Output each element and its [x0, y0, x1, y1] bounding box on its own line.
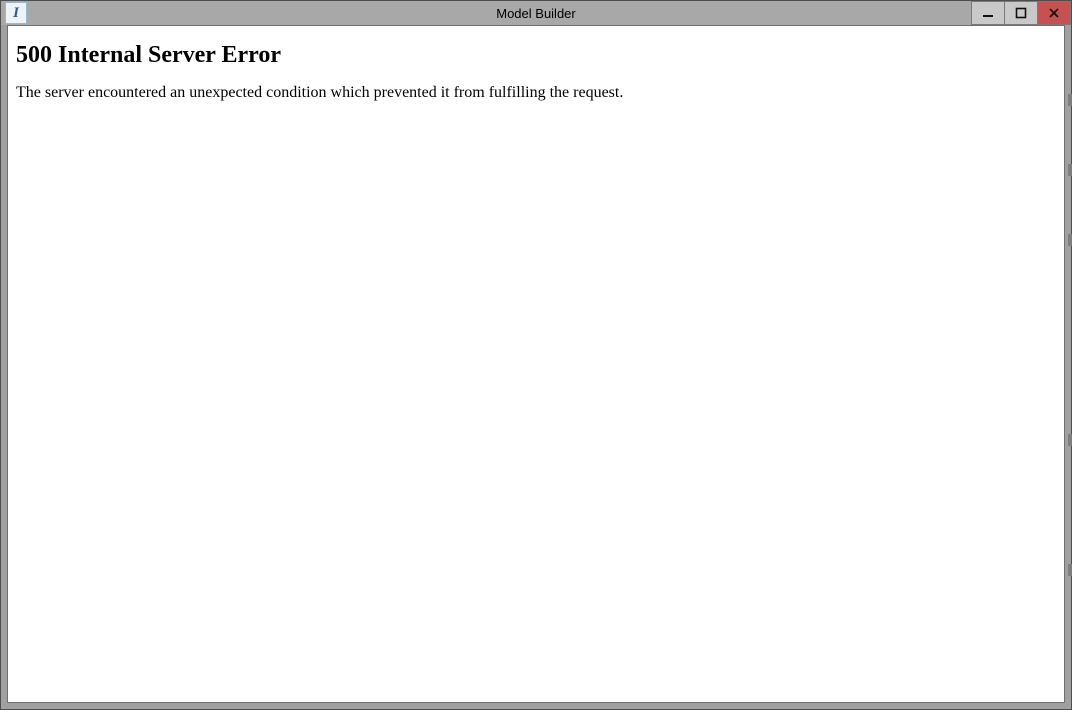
minimize-button[interactable] [971, 1, 1004, 25]
error-title: 500 Internal Server Error [16, 42, 1056, 69]
app-icon: I [5, 2, 27, 24]
window-title: Model Builder [1, 1, 1071, 25]
application-window: I Model Builder 500 Internal S [0, 0, 1072, 710]
error-message: The server encountered an unexpected con… [16, 83, 1056, 104]
window-body: 500 Internal Server Error The server enc… [1, 25, 1071, 709]
maximize-button[interactable] [1004, 1, 1037, 25]
error-page: 500 Internal Server Error The server enc… [8, 26, 1064, 114]
close-button[interactable] [1037, 1, 1071, 25]
close-icon [1048, 7, 1060, 19]
title-bar[interactable]: I Model Builder [1, 1, 1071, 25]
maximize-icon [1015, 7, 1027, 19]
content-pane: 500 Internal Server Error The server enc… [7, 25, 1065, 703]
window-controls [971, 1, 1071, 25]
minimize-icon [982, 7, 994, 19]
